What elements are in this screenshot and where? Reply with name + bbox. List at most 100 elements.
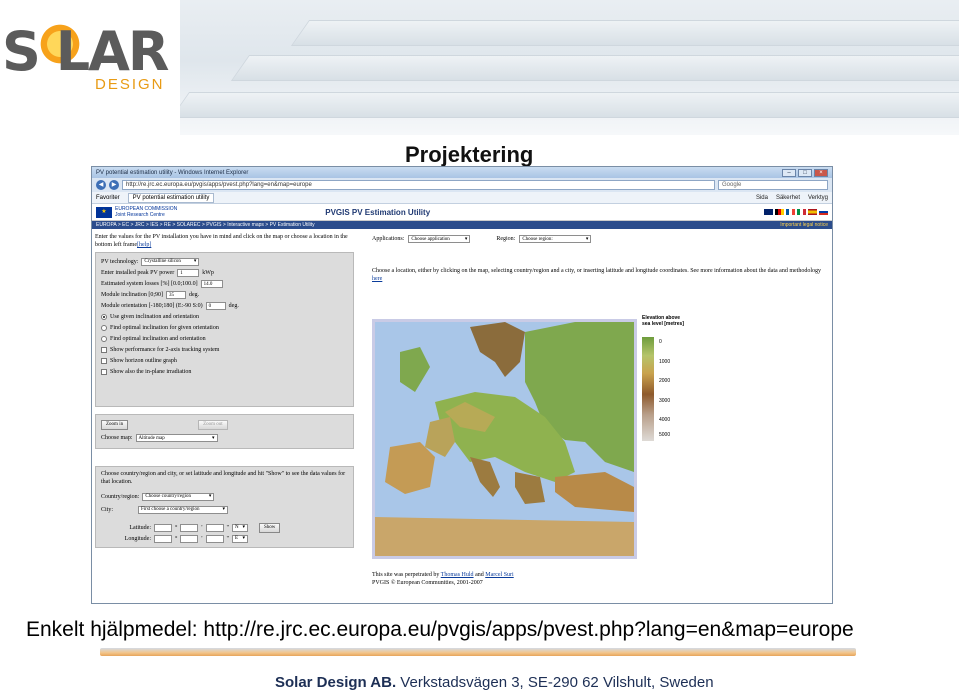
peak-power-unit: kWp	[202, 269, 214, 276]
longitude-hemisphere-select[interactable]: E ▾	[231, 534, 248, 543]
footer-company: Solar Design AB.	[275, 674, 397, 691]
page-content: Enter the values for the PV installation…	[92, 229, 832, 603]
legend-tick-5000: 5000	[659, 432, 671, 438]
logo-word: S LAR	[2, 20, 169, 83]
breadcrumb-text[interactable]: EUROPA > EC > JRC > IES > RE > SOLAREC >…	[96, 221, 315, 229]
zoom-in-button[interactable]: Zoom in	[101, 419, 129, 430]
applications-label: Applications:	[372, 236, 405, 242]
latitude-degrees-input[interactable]	[154, 523, 172, 532]
legend-tick-0: 0	[659, 339, 662, 345]
ec-line2: Joint Research Centre	[115, 212, 165, 218]
country-select[interactable]: Choose country/region ▾	[142, 492, 215, 501]
inclination-input[interactable]: 35	[166, 290, 186, 299]
legal-notice-link[interactable]: Important legal notice	[780, 221, 828, 229]
legend-title: Elevation above sea level [metres]	[642, 315, 684, 327]
region-value: Choose region:	[522, 236, 553, 242]
author-link-suri[interactable]: Marcel Suri	[485, 572, 514, 578]
peak-power-label: Enter installed peak PV power	[101, 269, 175, 276]
url-input[interactable]: http://re.jrc.ec.europa.eu/pvgis/apps/pv…	[122, 180, 715, 190]
author-link-huld[interactable]: Thomas Huld	[441, 572, 474, 578]
second-symbol: "	[226, 535, 229, 542]
map-controls-box: Zoom in Zoom out Choose map: Altitude ma…	[95, 414, 354, 449]
choose-map-value: Altitude map	[138, 435, 165, 441]
window-title: PV potential estimation utility - Window…	[96, 169, 249, 176]
pv-tech-select[interactable]: Crystalline silicon ▾	[141, 257, 200, 266]
choose-map-select[interactable]: Altitude map ▾	[135, 434, 218, 442]
favorites-bar: Favoriter PV potential estimation utilit…	[92, 192, 832, 204]
right-panel: Applications: Choose application ▾ Region…	[372, 233, 832, 586]
latitude-minutes-input[interactable]	[180, 523, 199, 532]
chevron-down-icon: ▾	[222, 507, 226, 512]
city-select[interactable]: First choose a country/region ▾	[138, 505, 229, 514]
longitude-seconds-input[interactable]	[205, 534, 224, 543]
checkbox-horizon[interactable]	[101, 357, 107, 364]
flag-it-icon[interactable]	[797, 209, 806, 215]
flag-de-icon[interactable]	[775, 209, 784, 215]
inclination-unit: deg.	[189, 291, 200, 298]
city-value: First choose a country/region	[141, 507, 200, 512]
flag-ru-icon[interactable]	[819, 209, 828, 215]
help-link[interactable]: [help]	[137, 242, 151, 248]
app-title: PVGIS PV Estimation Utility	[325, 207, 431, 217]
longitude-degrees-input[interactable]	[154, 534, 172, 543]
minute-symbol: '	[201, 535, 203, 542]
location-box: Choose country/region and city, or set l…	[95, 466, 354, 548]
elevation-legend: Elevation above sea level [metres] 0 100…	[642, 315, 702, 441]
flag-uk-icon[interactable]	[764, 209, 773, 215]
forward-icon[interactable]: ▶	[109, 180, 119, 190]
losses-input[interactable]: 14.0	[200, 279, 223, 288]
orientation-input[interactable]: 0	[205, 301, 226, 310]
close-button[interactable]: ×	[814, 168, 828, 177]
checkbox-inplane[interactable]	[101, 368, 107, 375]
checkbox-inplane-label: Show also the in-plane irradiation	[110, 368, 192, 375]
longitude-minutes-input[interactable]	[180, 534, 199, 543]
radio-find-inclination-label: Find optimal inclination for given orien…	[110, 324, 219, 331]
maximize-button[interactable]: □	[798, 168, 812, 177]
legend-color-bar	[642, 337, 654, 441]
peak-power-input[interactable]: 1	[177, 268, 200, 277]
choose-map-label: Choose map:	[101, 435, 133, 441]
tools-menu[interactable]: Verktyg	[808, 195, 828, 201]
address-bar: ◀ ▶ http://re.jrc.ec.europa.eu/pvgis/app…	[92, 178, 832, 192]
ec-header: ★ EUROPEAN COMMISSION Joint Research Cen…	[92, 204, 832, 221]
show-button[interactable]: Show	[258, 522, 281, 533]
chevron-down-icon: ▾	[585, 236, 589, 242]
radio-use-given[interactable]	[101, 313, 107, 320]
search-input[interactable]: Google	[718, 180, 828, 190]
region-select[interactable]: Choose region: ▾	[519, 235, 592, 243]
safety-menu[interactable]: Säkerhet	[776, 195, 800, 201]
intro-text: Enter the values for the PV installation…	[95, 233, 354, 249]
latitude-hemisphere-value: N	[234, 525, 239, 530]
zoom-out-button[interactable]: Zoom out	[198, 419, 228, 430]
losses-label: Estimated system losses [%] [0.0;100.0]	[101, 280, 198, 287]
latitude-hemisphere-select[interactable]: N ▾	[231, 523, 248, 532]
chevron-down-icon: ▾	[242, 525, 245, 530]
page-menu[interactable]: Sida	[756, 195, 768, 201]
pv-settings-box: PV technology: Crystalline silicon ▾ Ente…	[95, 252, 354, 407]
second-symbol: "	[226, 524, 229, 531]
flag-es-icon[interactable]	[808, 209, 817, 215]
here-link[interactable]: here	[372, 276, 382, 282]
favorites-button[interactable]: Favoriter	[96, 195, 120, 201]
eu-flag-icon: ★	[96, 206, 112, 218]
europe-altitude-map[interactable]	[372, 319, 637, 559]
latitude-seconds-input[interactable]	[205, 523, 224, 532]
radio-find-both[interactable]	[101, 335, 107, 342]
tab-pv-utility[interactable]: PV potential estimation utility	[127, 192, 215, 203]
copyright: PVGIS © European Communities, 2001-2007	[372, 580, 483, 586]
credits: This site was perpetrated by Thomas Huld…	[372, 571, 514, 587]
flag-fr-icon[interactable]	[786, 209, 795, 215]
country-value: Choose country/region	[145, 494, 192, 499]
choose-location-text: Choose a location, either by clicking on…	[372, 267, 827, 283]
applications-select[interactable]: Choose application ▾	[408, 235, 471, 243]
credit-prefix: This site was perpetrated by	[372, 572, 441, 578]
credit-and: and	[473, 572, 486, 578]
minimize-button[interactable]: –	[782, 168, 796, 177]
solar-panel-background	[180, 0, 959, 135]
applications-value: Choose application	[411, 236, 450, 242]
slide-caption: Enkelt hjälpmedel: http://re.jrc.ec.euro…	[26, 618, 854, 641]
checkbox-2axis[interactable]	[101, 346, 107, 353]
back-icon[interactable]: ◀	[96, 180, 106, 190]
radio-find-inclination[interactable]	[101, 324, 107, 331]
chevron-down-icon: ▾	[242, 536, 245, 541]
